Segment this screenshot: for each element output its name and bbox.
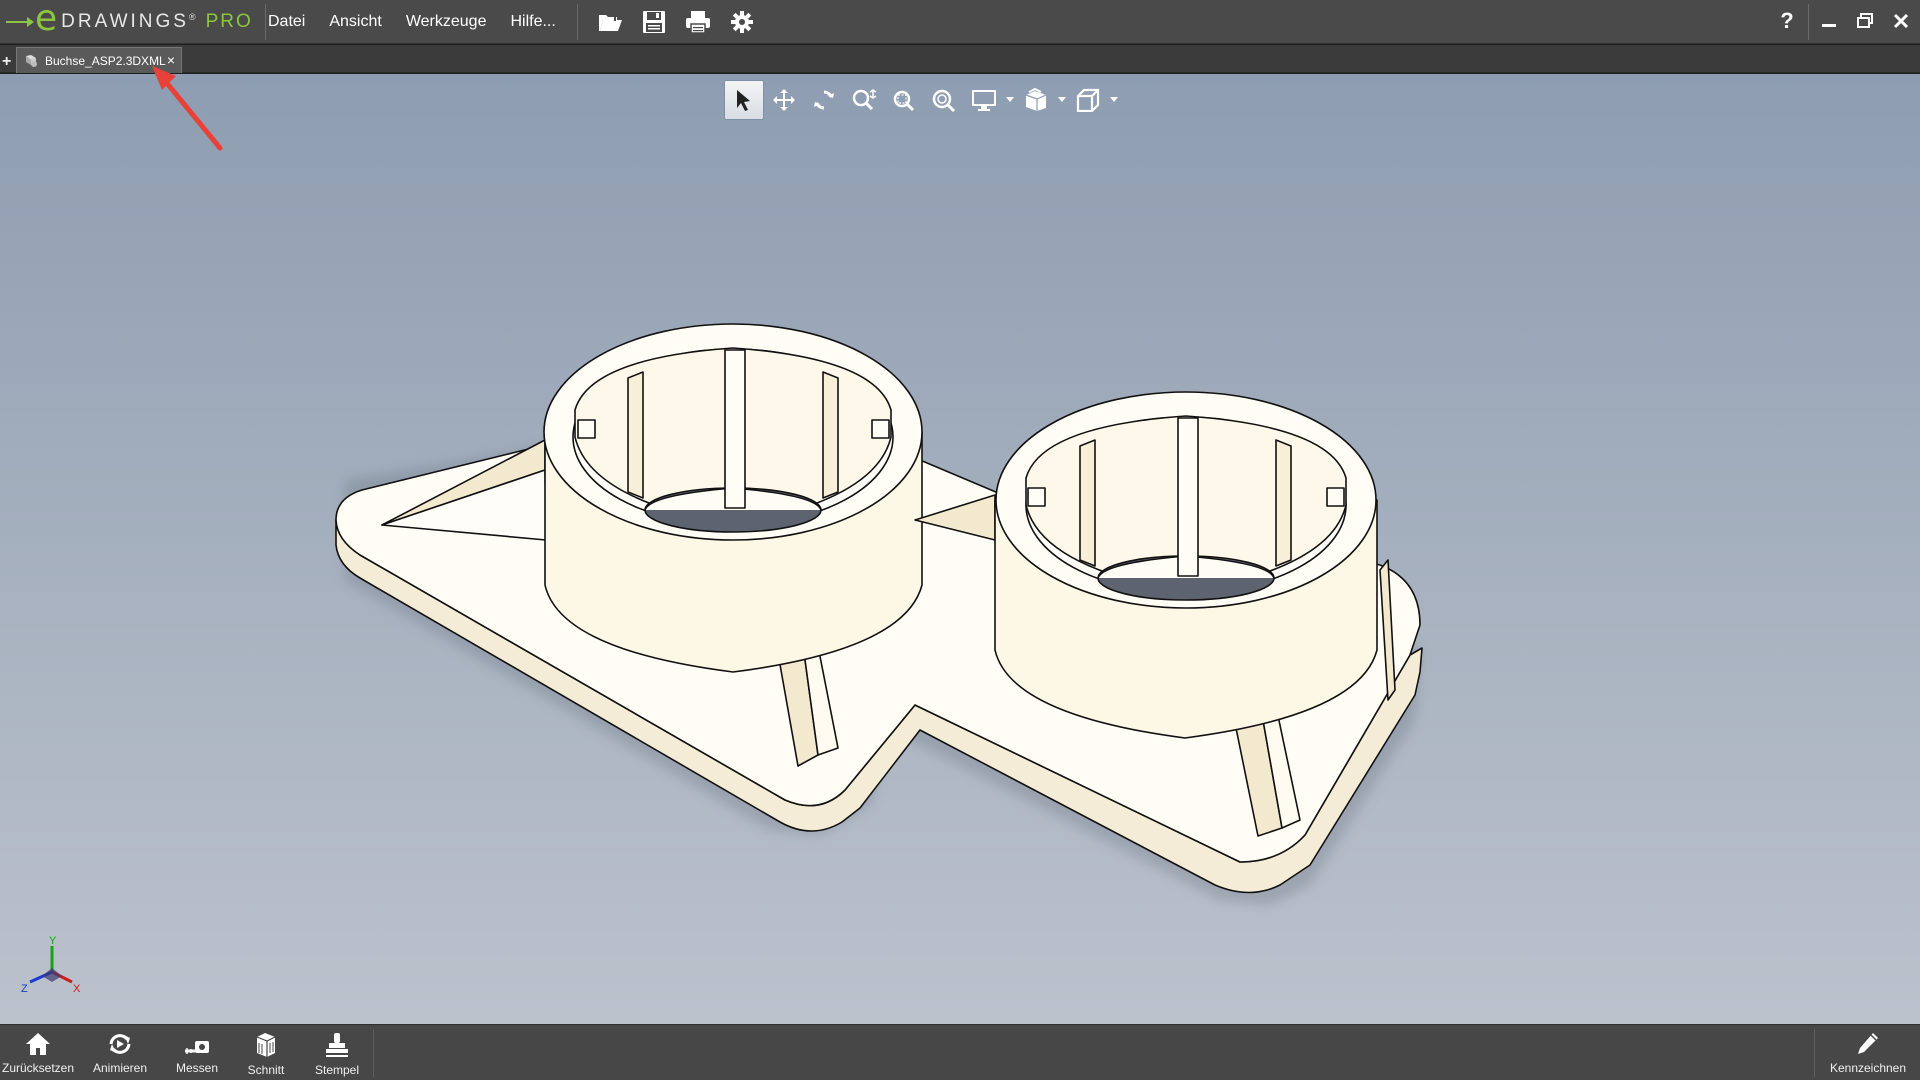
menu-ansicht[interactable]: Ansicht — [329, 13, 381, 31]
reset-button[interactable]: Zurücksetzen — [0, 1025, 76, 1080]
menu-divider — [577, 4, 578, 40]
restore-button[interactable] — [1848, 4, 1882, 38]
minimize-button[interactable] — [1812, 4, 1846, 38]
close-icon — [1893, 13, 1909, 29]
stamp-icon — [326, 1033, 348, 1057]
animate-button[interactable]: Animieren — [84, 1025, 156, 1080]
markup-pen-icon — [1858, 1033, 1878, 1054]
part-body — [335, 323, 1423, 894]
close-window-button[interactable] — [1884, 4, 1918, 38]
animate-icon — [109, 1034, 131, 1054]
triad-z-label: Z — [21, 983, 28, 995]
3d-viewport[interactable]: Y X Z — [0, 74, 1920, 1024]
section-icon — [256, 1033, 276, 1057]
save-icon[interactable] — [632, 6, 676, 38]
measure-label: Messen — [175, 1061, 219, 1075]
assembly-file-icon — [26, 54, 37, 67]
stamp-button[interactable]: Stempel — [304, 1025, 370, 1080]
window-divider — [1808, 4, 1809, 40]
tab-label: Buchse_ASP2.3DXML — [45, 53, 166, 68]
app-logo: e DRAWINGS ® PRO — [6, 0, 253, 39]
title-divider — [265, 4, 266, 40]
title-bar: e DRAWINGS ® PRO Datei Ansicht Werkzeuge… — [0, 0, 1920, 44]
section-button[interactable]: Schnitt — [236, 1025, 296, 1080]
open-icon[interactable] — [588, 6, 632, 38]
measure-button[interactable]: Messen — [166, 1025, 228, 1080]
bottom-divider-right — [1814, 1029, 1815, 1077]
section-label: Schnitt — [247, 1063, 285, 1077]
bottom-toolbar: Zurücksetzen Animieren Messen Schnitt St… — [0, 1024, 1920, 1080]
settings-icon[interactable] — [720, 6, 764, 38]
stamp-label: Stempel — [314, 1063, 360, 1077]
minimize-icon — [1822, 24, 1836, 27]
tab-close-button[interactable]: × — [167, 52, 175, 68]
menu-hilfe[interactable]: Hilfe... — [510, 13, 555, 31]
logo-arrow-icon — [6, 17, 34, 27]
document-tab-strip: + Buchse_ASP2.3DXML × — [0, 45, 1920, 73]
measure-icon — [185, 1041, 209, 1054]
markup-label: Kennzeichnen — [1829, 1061, 1907, 1075]
part-model[interactable] — [0, 74, 1920, 1024]
triad-x-label: X — [73, 983, 81, 995]
menu-bar: Datei Ansicht Werkzeuge Hilfe... — [268, 0, 580, 44]
tab-buchse-asp2[interactable]: Buchse_ASP2.3DXML × — [16, 47, 182, 73]
quick-toolbar — [588, 6, 764, 38]
menu-datei[interactable]: Datei — [268, 13, 305, 31]
menu-werkzeuge[interactable]: Werkzeuge — [406, 13, 487, 31]
logo-edition: PRO — [205, 11, 253, 32]
logo-trademark: ® — [188, 12, 196, 22]
logo-name: DRAWINGS — [61, 11, 189, 32]
home-icon — [26, 1033, 50, 1055]
triad-y-label: Y — [49, 935, 57, 947]
axis-triad: Y X Z — [21, 935, 81, 995]
restore-icon — [1857, 13, 1873, 28]
bottom-divider-left — [373, 1029, 374, 1077]
reset-label: Zurücksetzen — [1, 1061, 75, 1075]
logo-letter: e — [35, 0, 58, 39]
help-button[interactable]: ? — [1770, 4, 1804, 38]
new-tab-button[interactable]: + — [2, 53, 11, 71]
print-icon[interactable] — [676, 6, 720, 38]
markup-button[interactable]: Kennzeichnen — [1822, 1025, 1914, 1080]
animate-label: Animieren — [92, 1061, 148, 1075]
